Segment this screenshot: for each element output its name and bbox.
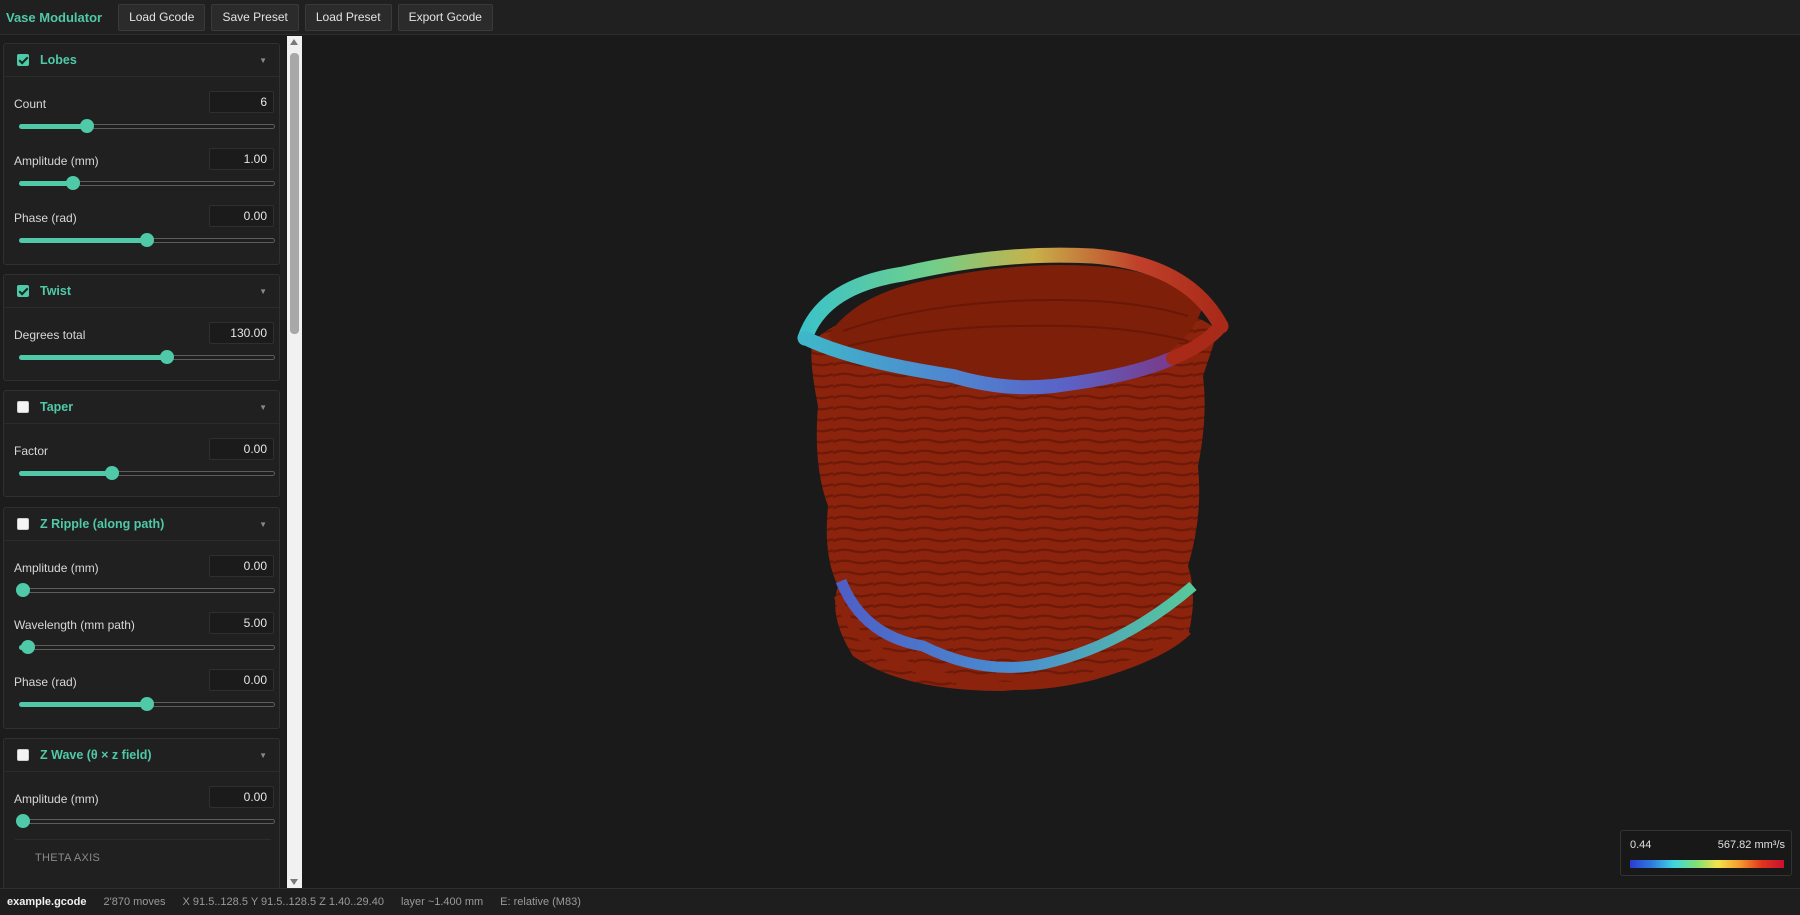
status-bar: example.gcode 2'870 moves X 91.5..128.5 …	[0, 888, 1800, 915]
taper-factor-slider[interactable]	[19, 466, 275, 480]
vase-model-render[interactable]	[793, 236, 1313, 796]
status-move-count: 2'870 moves	[103, 896, 166, 908]
lobes-phase-label: Phase (rad)	[14, 211, 77, 225]
3d-viewport[interactable]: 0.44 567.82 mm³/s	[303, 36, 1800, 888]
scroll-down-arrow-icon[interactable]	[290, 879, 298, 885]
sidebar-scrollbar[interactable]	[287, 36, 302, 888]
load-preset-button[interactable]: Load Preset	[304, 3, 392, 31]
taper-factor-input[interactable]: 0.00	[209, 438, 274, 460]
chevron-down-icon[interactable]: ▼	[259, 520, 267, 529]
zripple-phase-input[interactable]: 0.00	[209, 669, 274, 691]
zwave-amplitude-input[interactable]: 0.00	[209, 786, 274, 808]
panel-twist-title: Twist	[40, 284, 72, 298]
zripple-wavelength-label: Wavelength (mm path)	[14, 618, 135, 632]
load-gcode-button[interactable]: Load Gcode	[118, 3, 206, 31]
scrollbar-thumb[interactable]	[290, 53, 299, 334]
app-title: Vase Modulator	[6, 9, 103, 25]
legend-color-bar	[1630, 860, 1784, 868]
slider-thumb[interactable]	[65, 176, 80, 190]
twist-degrees-label: Degrees total	[14, 328, 86, 342]
panel-lobes: Lobes ▼ Count 6 Amplitude (mm) 1.00 Phas…	[3, 43, 280, 265]
panel-taper-title: Taper	[40, 400, 74, 414]
save-preset-button[interactable]: Save Preset	[211, 3, 299, 31]
slider-thumb[interactable]	[105, 466, 120, 480]
zripple-wavelength-slider[interactable]	[19, 640, 275, 654]
top-toolbar: Vase Modulator Load Gcode Save Preset Lo…	[0, 0, 1800, 35]
legend-min-value: 0.44	[1630, 839, 1652, 851]
panel-lobes-header[interactable]: Lobes ▼	[4, 44, 279, 77]
zripple-phase-slider[interactable]	[19, 697, 275, 711]
zripple-amplitude-slider[interactable]	[16, 583, 275, 597]
lobes-amplitude-slider[interactable]	[19, 176, 275, 190]
chevron-down-icon[interactable]: ▼	[259, 287, 267, 296]
panel-zripple-title: Z Ripple (along path)	[40, 517, 165, 531]
lobes-count-label: Count	[14, 97, 47, 111]
slider-thumb[interactable]	[140, 697, 154, 711]
chevron-down-icon[interactable]: ▼	[259, 56, 267, 65]
slider-thumb[interactable]	[16, 814, 30, 828]
zwave-amplitude-label: Amplitude (mm)	[14, 792, 99, 806]
slider-thumb[interactable]	[140, 233, 154, 247]
zripple-enable-checkbox[interactable]	[17, 518, 29, 530]
panel-twist-header[interactable]: Twist ▼	[4, 275, 279, 308]
scroll-up-arrow-icon[interactable]	[290, 39, 298, 45]
zwave-enable-checkbox[interactable]	[17, 749, 29, 761]
panel-taper-header[interactable]: Taper ▼	[4, 391, 279, 424]
lobes-amplitude-label: Amplitude (mm)	[14, 154, 99, 168]
zripple-amplitude-input[interactable]: 0.00	[209, 555, 274, 577]
slider-thumb[interactable]	[159, 350, 174, 364]
lobes-amplitude-input[interactable]: 1.00	[209, 148, 274, 170]
lobes-count-input[interactable]: 6	[209, 91, 274, 113]
lobes-count-slider[interactable]	[19, 119, 275, 133]
zripple-phase-label: Phase (rad)	[14, 675, 77, 689]
zripple-wavelength-input[interactable]: 5.00	[209, 612, 274, 634]
legend-max-value: 567.82 mm³/s	[1717, 839, 1785, 851]
taper-factor-label: Factor	[14, 444, 49, 458]
color-legend: 0.44 567.82 mm³/s	[1620, 830, 1792, 876]
twist-enable-checkbox[interactable]	[17, 285, 29, 297]
lobes-enable-checkbox[interactable]	[17, 54, 29, 66]
panel-taper: Taper ▼ Factor 0.00	[3, 390, 280, 497]
slider-thumb[interactable]	[80, 119, 95, 133]
twist-degrees-slider[interactable]	[19, 350, 275, 364]
panel-twist: Twist ▼ Degrees total 130.00	[3, 274, 280, 381]
twist-degrees-input[interactable]: 130.00	[209, 322, 274, 344]
panel-zwave-header[interactable]: Z Wave (θ × z field) ▼	[4, 739, 279, 772]
panel-zripple: Z Ripple (along path) ▼ Amplitude (mm) 0…	[3, 507, 280, 729]
panel-lobes-title: Lobes	[40, 53, 77, 67]
settings-sidebar: Lobes ▼ Count 6 Amplitude (mm) 1.00 Phas…	[0, 36, 286, 888]
status-extrusion-mode: E: relative (M83)	[500, 896, 581, 908]
slider-thumb[interactable]	[20, 640, 35, 654]
zwave-amplitude-slider[interactable]	[16, 814, 275, 828]
chevron-down-icon[interactable]: ▼	[259, 751, 267, 760]
theta-axis-label: THETA AXIS	[35, 852, 101, 864]
taper-enable-checkbox[interactable]	[17, 401, 29, 413]
theta-axis-subsection[interactable]: THETA AXIS	[15, 839, 271, 875]
lobes-phase-input[interactable]: 0.00	[209, 205, 274, 227]
lobes-phase-slider[interactable]	[19, 233, 275, 247]
slider-thumb[interactable]	[16, 583, 30, 597]
panel-zwave: Z Wave (θ × z field) ▼ Amplitude (mm) 0.…	[3, 738, 280, 888]
panel-zripple-header[interactable]: Z Ripple (along path) ▼	[4, 508, 279, 541]
export-gcode-button[interactable]: Export Gcode	[397, 3, 493, 31]
panel-zwave-title: Z Wave (θ × z field)	[40, 748, 152, 762]
status-layer-height: layer ~1.400 mm	[400, 896, 484, 908]
zripple-amplitude-label: Amplitude (mm)	[14, 561, 99, 575]
chevron-down-icon[interactable]: ▼	[259, 403, 267, 412]
status-file-name: example.gcode	[7, 896, 87, 908]
status-bounds: X 91.5..128.5 Y 91.5..128.5 Z 1.40..29.4…	[182, 896, 384, 908]
